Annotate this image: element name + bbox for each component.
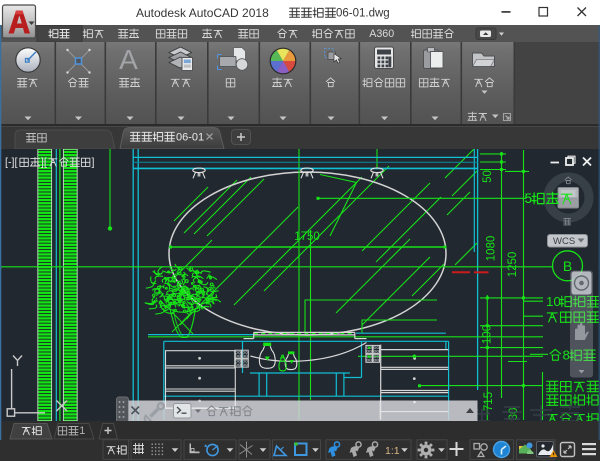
svg-text:100: 100 — [482, 325, 494, 344]
svg-text:8: 8 — [563, 347, 570, 362]
svg-text:B: B — [563, 258, 572, 274]
svg-text:]: ] — [92, 157, 95, 169]
svg-text:1080: 1080 — [486, 236, 498, 262]
svg-text:Autodesk AutoCAD 2018: Autodesk AutoCAD 2018 — [136, 6, 269, 20]
svg-text:][: ][ — [41, 157, 47, 169]
svg-text:06-01.dwg: 06-01.dwg — [336, 8, 390, 20]
svg-text:10: 10 — [546, 294, 561, 309]
svg-text:1250: 1250 — [507, 252, 519, 278]
svg-text:715: 715 — [483, 392, 495, 411]
svg-text:06-01: 06-01 — [176, 132, 204, 144]
svg-text:1750: 1750 — [294, 231, 320, 243]
svg-text:5: 5 — [525, 191, 533, 206]
svg-text:A360: A360 — [369, 28, 394, 40]
svg-text:[-][: [-][ — [5, 157, 17, 169]
svg-text:1:1: 1:1 — [385, 445, 400, 457]
svg-text:A: A — [119, 44, 138, 75]
svg-text:50: 50 — [482, 170, 494, 183]
svg-text:1: 1 — [79, 425, 85, 437]
svg-text:WCS: WCS — [553, 236, 575, 247]
